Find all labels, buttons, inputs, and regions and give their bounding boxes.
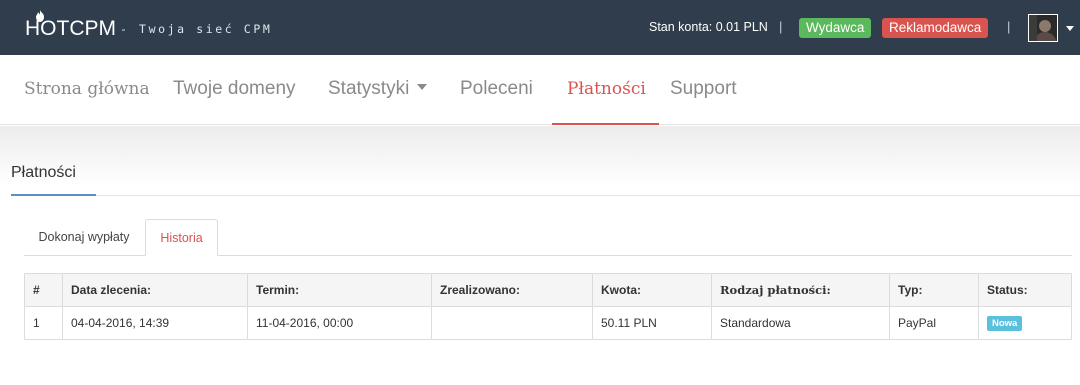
column-header-index: # (24, 273, 63, 307)
column-header-order-date: Data zlecenia: (62, 273, 248, 307)
nav-item-payments[interactable]: Płatności (552, 55, 659, 125)
separator: | (779, 19, 783, 34)
avatar[interactable] (1028, 14, 1058, 42)
column-header-amount: Kwota: (592, 273, 712, 307)
content-header-band (0, 126, 1080, 186)
publisher-button[interactable]: Wydawca (799, 18, 872, 38)
nav-item-statistics-label: Statystyki (328, 78, 410, 99)
cell-due-date: 11-04-2016, 00:00 (247, 306, 432, 340)
status-badge: Nowa (987, 316, 1023, 331)
advertiser-button[interactable]: Reklamodawca (882, 18, 989, 38)
nav-item-support[interactable]: Support (670, 55, 737, 125)
column-header-status: Status: (978, 273, 1072, 307)
nav-item-statistics[interactable]: Statystyki (328, 55, 428, 125)
divider (11, 195, 1080, 196)
chevron-down-icon[interactable] (1066, 26, 1074, 31)
main-nav: Strona główna Twoje domeny Statystyki Po… (0, 55, 1080, 125)
nav-item-domains[interactable]: Twoje domeny (173, 55, 296, 125)
table-header-row: # Data zlecenia: Termin: Zrealizowano: K… (24, 273, 1072, 307)
cell-payment-kind: Standardowa (711, 306, 890, 340)
tab-history[interactable]: Historia (145, 219, 218, 256)
heading-accent (11, 194, 96, 196)
column-header-type: Typ: (889, 273, 979, 307)
tab-withdraw[interactable]: Dokonaj wypłaty (24, 219, 144, 256)
chevron-down-icon (417, 83, 428, 90)
cell-order-date: 04-04-2016, 14:39 (62, 306, 248, 340)
cell-completed (431, 306, 593, 340)
column-header-payment-kind: Rodzaj płatności: (711, 273, 890, 307)
avatar-image (1029, 15, 1057, 41)
table-row: 1 04-04-2016, 14:39 11-04-2016, 00:00 50… (24, 306, 1072, 340)
top-bar: HOTCPM - Twoja sieć CPM Stan konta: 0.01… (0, 0, 1080, 55)
cell-index: 1 (24, 306, 63, 340)
cell-type: PayPal (889, 306, 979, 340)
page-title: Płatności (11, 164, 76, 181)
nav-item-home[interactable]: Strona główna (24, 55, 150, 125)
tagline: - Twoja sieć CPM (120, 22, 273, 36)
cell-status: Nowa (978, 306, 1072, 340)
flame-icon (36, 10, 44, 22)
nav-item-referrals[interactable]: Poleceni (460, 55, 533, 125)
column-header-completed: Zrealizowano: (431, 273, 593, 307)
payments-table: # Data zlecenia: Termin: Zrealizowano: K… (24, 273, 1072, 340)
separator: | (1007, 19, 1011, 34)
account-balance: Stan konta: 0.01 PLN (649, 20, 768, 34)
logo[interactable]: HOTCPM (25, 10, 116, 40)
column-header-due-date: Termin: (247, 273, 432, 307)
cell-amount: 50.11 PLN (592, 306, 712, 340)
